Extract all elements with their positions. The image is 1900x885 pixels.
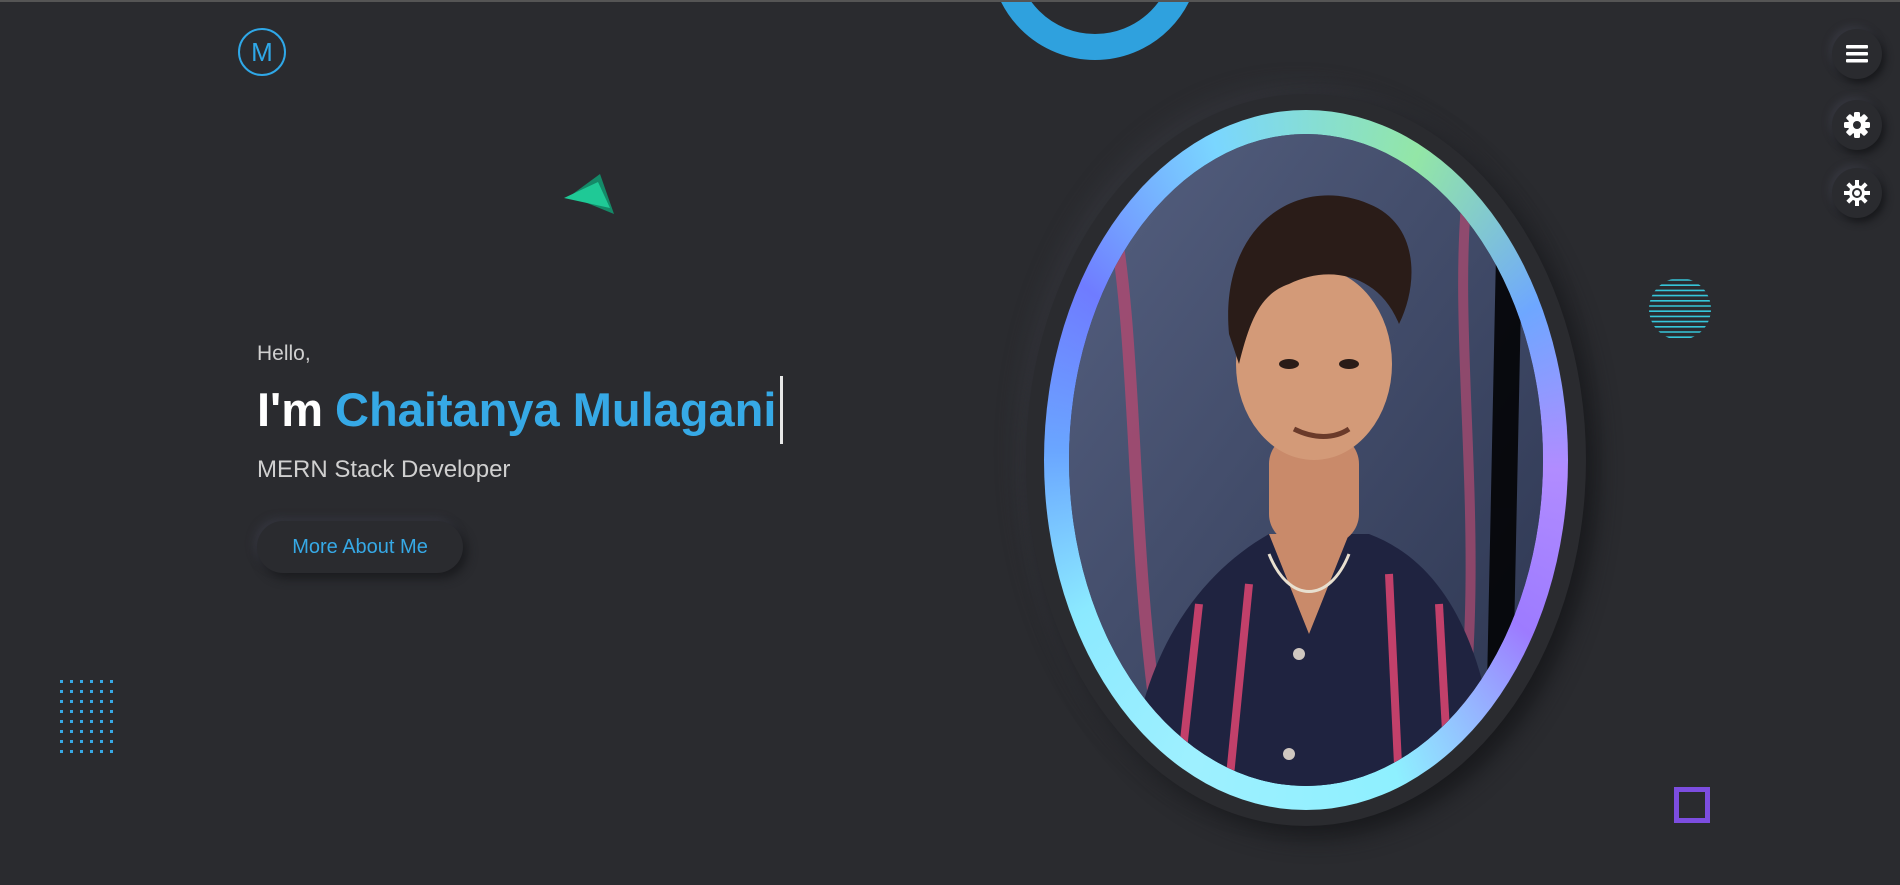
decorative-dot: [100, 700, 103, 703]
decorative-dot: [80, 750, 83, 753]
decorative-dot: [80, 680, 83, 683]
decorative-dot: [60, 750, 63, 753]
settings-button[interactable]: [1832, 100, 1882, 150]
decorative-dot: [60, 730, 63, 733]
decorative-dot: [80, 700, 83, 703]
decorative-dot: [100, 740, 103, 743]
sun-icon: [1844, 180, 1870, 206]
decorative-dot: [80, 720, 83, 723]
logo-button[interactable]: M: [238, 28, 286, 76]
decorative-dot: [100, 690, 103, 693]
decorative-dot: [110, 680, 113, 683]
decorative-dot: [100, 730, 103, 733]
greeting-text: Hello,: [257, 342, 311, 365]
decorative-dot: [60, 710, 63, 713]
decorative-dot: [60, 690, 63, 693]
developer-name: Chaitanya Mulagani: [335, 383, 777, 436]
profile-photo-illustration: [1069, 134, 1543, 786]
decorative-dot: [90, 730, 93, 733]
decorative-dot: [100, 720, 103, 723]
decorative-dot: [90, 710, 93, 713]
decorative-dot: [80, 740, 83, 743]
decorative-dot: [90, 750, 93, 753]
decorative-dot: [110, 700, 113, 703]
decorative-dot: [110, 740, 113, 743]
decorative-dot: [100, 710, 103, 713]
portrait-gradient-ring: [1044, 110, 1568, 810]
portfolio-page: M Hello, I'm Chaitanya Mulagani MERN Sta…: [0, 0, 1900, 885]
hero-section: Hello, I'm Chaitanya Mulagani MERN Stack…: [257, 342, 784, 484]
decorative-dot: [100, 750, 103, 753]
decorative-dot: [70, 720, 73, 723]
decorative-triangle: [564, 174, 614, 214]
gear-icon: [1844, 112, 1870, 138]
decorative-dot: [60, 700, 63, 703]
decorative-dot: [90, 720, 93, 723]
decorative-dot: [110, 690, 113, 693]
decorative-dot: [70, 710, 73, 713]
decorative-dot: [80, 730, 83, 733]
menu-button[interactable]: [1832, 29, 1882, 79]
decorative-dot: [110, 750, 113, 753]
theme-toggle-button[interactable]: [1832, 168, 1882, 218]
decorative-ring: [990, 2, 1200, 60]
decorative-dot: [70, 730, 73, 733]
decorative-dot: [100, 680, 103, 683]
profile-photo: [1069, 134, 1543, 786]
role-title: MERN Stack Developer: [257, 456, 511, 483]
decorative-dot: [110, 720, 113, 723]
decorative-dot-grid: [60, 680, 113, 753]
decorative-dot: [90, 680, 93, 683]
decorative-dot: [70, 680, 73, 683]
decorative-dot: [90, 700, 93, 703]
decorative-dot: [90, 740, 93, 743]
decorative-dot: [80, 690, 83, 693]
intro-text: I'm: [257, 383, 324, 436]
decorative-dot: [60, 720, 63, 723]
decorative-dot: [70, 740, 73, 743]
decorative-square: [1674, 787, 1710, 823]
decorative-dot: [60, 740, 63, 743]
decorative-dot: [90, 690, 93, 693]
hero-heading: I'm Chaitanya Mulagani: [257, 376, 784, 444]
decorative-dot: [110, 730, 113, 733]
decorative-dot: [60, 680, 63, 683]
decorative-dot: [70, 700, 73, 703]
decorative-dot: [70, 690, 73, 693]
typing-caret: [780, 376, 784, 444]
decorative-dot: [70, 750, 73, 753]
menu-icon: [1846, 45, 1868, 63]
decorative-dot: [80, 710, 83, 713]
portrait-frame: [1026, 94, 1586, 826]
decorative-striped-circle: [1649, 279, 1711, 339]
decorative-dot: [110, 710, 113, 713]
more-about-me-button[interactable]: More About Me: [257, 521, 463, 573]
logo-letter: M: [251, 36, 273, 67]
